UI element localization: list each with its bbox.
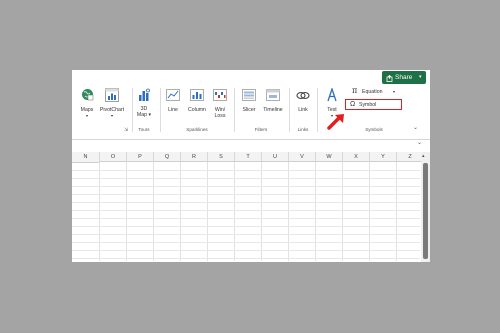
sparkline-winloss-label-line2: Loss — [214, 113, 226, 119]
column-header-q[interactable]: Q — [153, 152, 180, 162]
timeline-label: Timeline — [263, 107, 283, 113]
column-header-w[interactable]: W — [315, 152, 342, 162]
equation-button[interactable]: π Equation ▾ — [352, 86, 400, 97]
gridline-horizontal — [72, 202, 420, 203]
pivotchart-icon — [105, 88, 119, 102]
gridline-vertical — [99, 162, 100, 261]
share-dropdown-icon[interactable]: ▾ — [419, 71, 422, 84]
column-header-p[interactable]: P — [126, 152, 153, 162]
gridline-horizontal — [72, 226, 420, 227]
3d-map-button[interactable]: 3D Map ▾ — [135, 88, 153, 126]
link-icon — [296, 90, 310, 101]
symbol-label: Symbol — [359, 101, 377, 108]
text-icon — [325, 88, 339, 102]
column-header-o[interactable]: O — [99, 152, 126, 162]
gridline-horizontal — [72, 170, 420, 171]
symbol-button[interactable]: Ω Symbol — [345, 99, 402, 110]
sparkline-column-icon — [190, 89, 204, 101]
pivotchart-dropdown-icon: ▾ — [110, 113, 113, 118]
slicer-icon — [242, 89, 256, 101]
charts-dialog-launcher-icon[interactable]: ⇲ — [124, 127, 128, 133]
collapse-ribbon-icon[interactable]: ⌄ — [413, 124, 418, 131]
gridline-vertical — [126, 162, 127, 261]
gridline-vertical — [180, 162, 181, 261]
column-header-u[interactable]: U — [261, 152, 288, 162]
slicer-label: Slicer — [242, 107, 256, 113]
gridline-horizontal — [72, 242, 420, 243]
column-header-t[interactable]: T — [234, 152, 261, 162]
timeline-button[interactable]: Timeline — [261, 88, 285, 126]
gridline-horizontal — [72, 234, 420, 235]
sparkline-line-icon — [166, 89, 180, 101]
ribbon-separator — [289, 88, 290, 132]
gridline-vertical — [315, 162, 316, 261]
sparkline-column-button[interactable]: Column — [186, 88, 208, 126]
group-label-links: Links — [297, 127, 309, 132]
column-header-r[interactable]: R — [180, 152, 207, 162]
gridline-horizontal — [72, 178, 420, 179]
group-label-tours: Tours — [138, 127, 150, 132]
gridline-horizontal — [72, 186, 420, 187]
3d-map-icon — [137, 88, 151, 102]
omega-icon: Ω — [350, 101, 356, 108]
gridline-horizontal — [72, 258, 420, 259]
share-label: Share — [395, 74, 413, 81]
pi-icon: π — [352, 86, 358, 95]
group-label-filters: Filters — [254, 127, 268, 132]
slicer-button[interactable]: Slicer — [238, 88, 260, 126]
equation-dropdown-icon[interactable]: ▾ — [393, 89, 395, 95]
gridline-horizontal — [72, 218, 420, 219]
sparkline-line-button[interactable]: Line — [164, 88, 182, 126]
gridline-vertical — [207, 162, 208, 261]
scrollbar-thumb[interactable] — [423, 163, 428, 259]
sparkline-winloss-button[interactable]: Win/ Loss — [210, 88, 230, 126]
sparkline-column-label: Column — [188, 107, 206, 113]
sparkline-line-label: Line — [168, 107, 178, 113]
gridline-horizontal — [72, 194, 420, 195]
ribbon-separator — [234, 88, 235, 132]
timeline-icon — [266, 89, 280, 101]
equation-label: Equation — [362, 89, 383, 95]
column-header-n[interactable]: N — [72, 152, 99, 163]
gridline-vertical — [369, 162, 370, 261]
group-label-symbols: Symbols — [365, 127, 383, 132]
gridline-vertical — [153, 162, 154, 261]
sparkline-winloss-icon — [213, 89, 227, 101]
share-button[interactable]: Share ▾ — [382, 71, 426, 84]
group-label-sparklines: Sparklines — [186, 127, 208, 132]
globe-map-icon — [81, 88, 94, 101]
column-header-y[interactable]: Y — [369, 152, 396, 162]
pivotchart-button[interactable]: PivotChart ▾ — [98, 88, 126, 126]
gridline-horizontal — [72, 250, 420, 251]
expand-formula-bar-icon[interactable]: ⌄ — [417, 139, 422, 146]
column-header-v[interactable]: V — [288, 152, 315, 162]
column-header-z[interactable]: Z — [396, 152, 423, 162]
3d-map-label-line2: Map ▾ — [136, 112, 152, 118]
gridline-vertical — [288, 162, 289, 261]
gridline-vertical — [396, 162, 397, 261]
gridline-horizontal — [72, 210, 420, 211]
scroll-up-icon[interactable]: ▴ — [422, 153, 425, 159]
gridline-vertical — [342, 162, 343, 261]
formula-bar[interactable] — [72, 139, 430, 153]
column-header-x[interactable]: X — [342, 152, 369, 162]
maps-button[interactable]: Maps ▾ — [79, 88, 95, 126]
link-label: Link — [298, 107, 308, 113]
link-button[interactable]: Link — [293, 88, 313, 126]
column-header-s[interactable]: S — [207, 152, 234, 162]
gridline-vertical — [261, 162, 262, 261]
red-arrow-annotation — [327, 112, 347, 135]
ribbon-separator — [317, 88, 318, 132]
gridline-vertical — [234, 162, 235, 261]
